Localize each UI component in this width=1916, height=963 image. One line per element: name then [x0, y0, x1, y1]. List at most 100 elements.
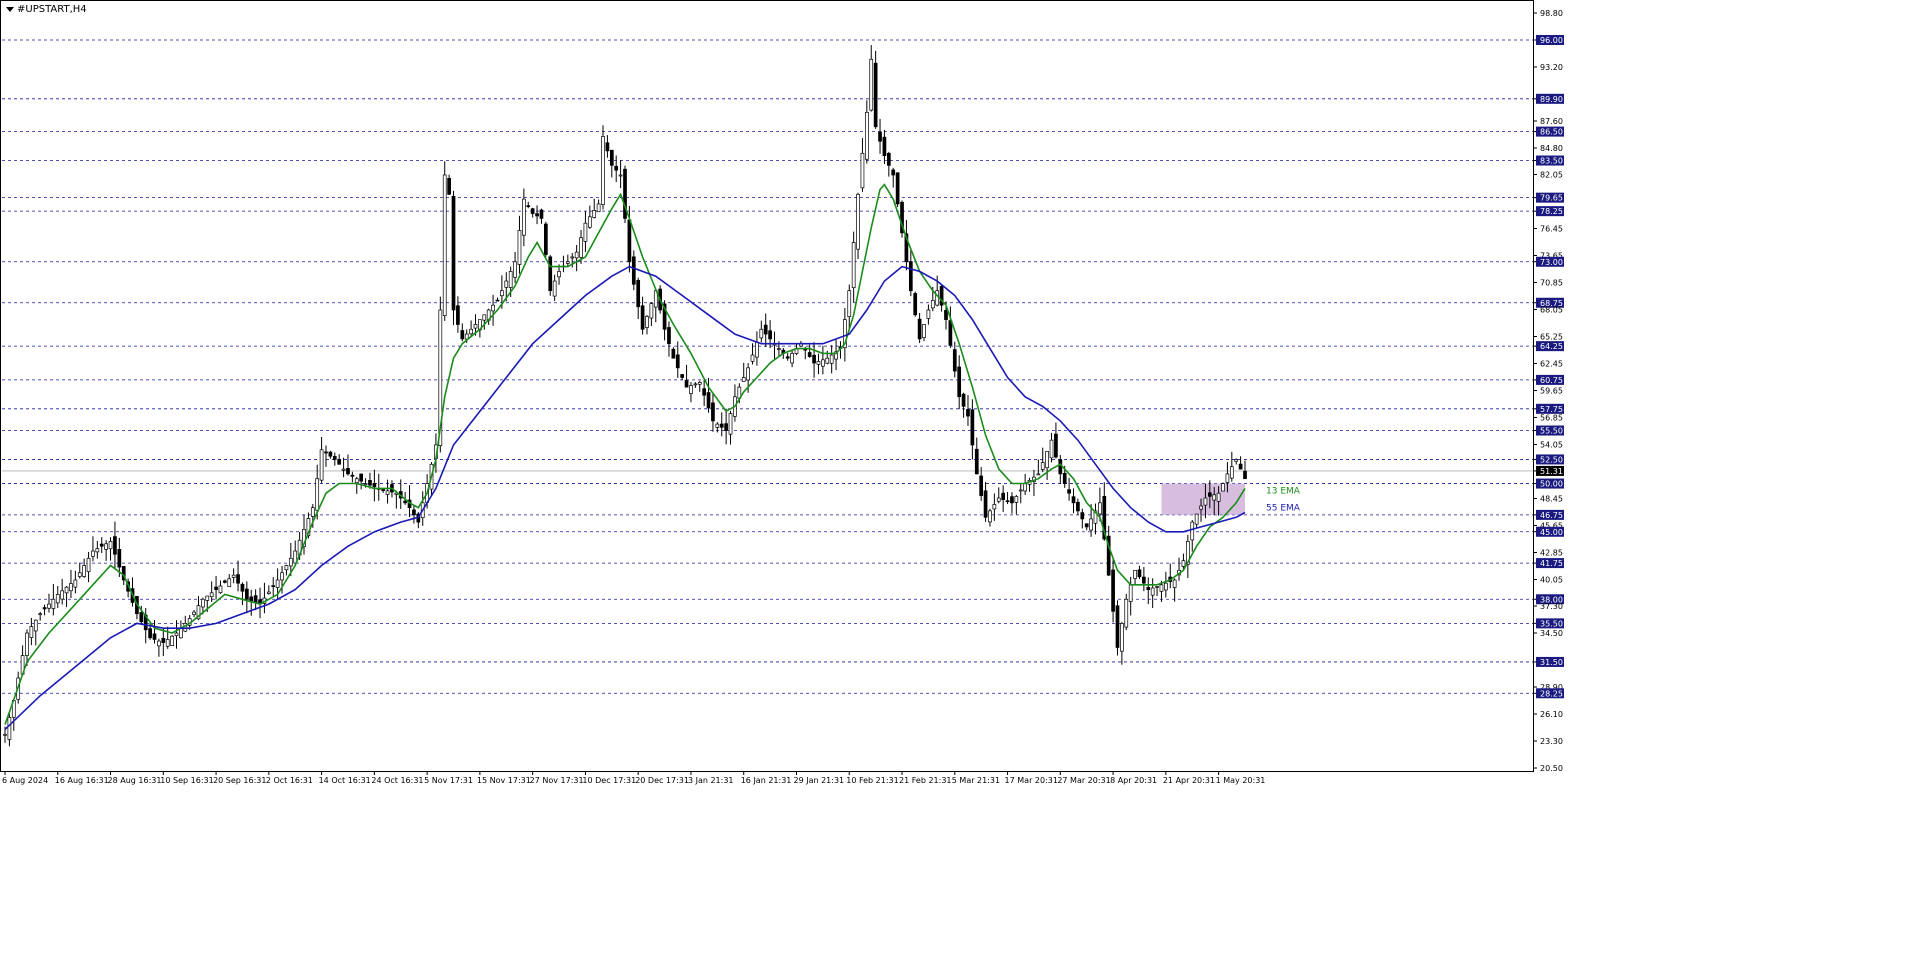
y-tick-label: 35.50 [1540, 619, 1563, 628]
candle-body [1216, 492, 1221, 502]
candle-body [495, 299, 500, 302]
candle-body [1058, 459, 1063, 475]
candle-body [1084, 523, 1089, 528]
candle-body [328, 451, 333, 457]
y-tick-label: 60.75 [1540, 376, 1563, 385]
candle-body [77, 572, 82, 577]
candle-body [1018, 489, 1023, 492]
candle-body [51, 598, 56, 609]
candle-body [645, 316, 649, 328]
candle-body [873, 62, 878, 128]
candle-body [878, 131, 882, 142]
x-tick-label: 8 Apr 20:31 [1110, 776, 1157, 785]
y-tick-label: 68.05 [1540, 306, 1563, 315]
candle-body [456, 305, 460, 325]
candle-body [1023, 483, 1027, 492]
y-tick-label: 78.25 [1540, 207, 1563, 216]
candle-body [640, 305, 645, 330]
y-tick-label: 57.75 [1540, 405, 1563, 414]
x-tick-label: 21 Apr 20:31 [1163, 776, 1215, 785]
candle-body [280, 572, 284, 581]
collapse-triangle-icon[interactable] [6, 7, 14, 12]
candle-body [1229, 466, 1234, 479]
x-tick-label: 10 Dec 17:31 [582, 776, 636, 785]
candle-body [324, 451, 328, 454]
candle-body [992, 504, 997, 510]
candle-body [706, 392, 711, 409]
y-tick-label: 46.75 [1540, 511, 1563, 520]
candle-body [574, 251, 579, 259]
candle-body [680, 374, 685, 378]
y-tick-label: 93.20 [1540, 63, 1563, 72]
y-tick-label: 70.85 [1540, 279, 1563, 288]
candle-body [825, 357, 830, 364]
candle-body [513, 261, 517, 278]
y-tick-label: 26.10 [1540, 710, 1563, 719]
candle-body [913, 293, 918, 316]
y-axis: 98.80 96.00 93.20 89.90 87.60 86.50 84.80 83.50… [1533, 9, 1564, 773]
candle-body [636, 279, 641, 308]
candle-body [631, 256, 636, 285]
candle-body [231, 574, 236, 578]
candle-body [750, 354, 755, 362]
y-tick-label: 56.85 [1540, 413, 1563, 422]
candle-body [337, 458, 342, 465]
x-tick-label: 15 Nov 17:31 [477, 776, 531, 785]
y-tick-label: 45.00 [1540, 528, 1563, 537]
x-tick-label: 2 Oct 16:31 [266, 776, 313, 785]
candle-body [605, 142, 610, 152]
price-chart[interactable]: 13 EMA 55 EMA 98.80 96.00 93.20 89.90 87.60 86… [0, 0, 1916, 963]
candle-body [1146, 587, 1151, 590]
candle-body [284, 565, 289, 571]
candle-body [1190, 521, 1195, 541]
candle-body [1225, 473, 1230, 483]
y-tick-label: 34.50 [1540, 629, 1563, 638]
candle-body [266, 591, 271, 594]
x-tick-label: 1 May 20:31 [1216, 776, 1266, 785]
highlight-box [1161, 483, 1245, 515]
candle-body [1172, 579, 1177, 588]
candle-body [1014, 496, 1019, 503]
candle-body [113, 536, 117, 555]
candle-body [25, 632, 29, 656]
candle-body [768, 330, 772, 340]
candle-body [381, 489, 386, 491]
candle-body [565, 261, 570, 264]
candle-body [829, 354, 834, 364]
candle-body [935, 290, 940, 306]
ema-label: 13 EMA [1266, 486, 1301, 496]
candle-body [1045, 451, 1049, 469]
candle-body [966, 409, 970, 417]
candle-body [869, 58, 874, 111]
candle-body [715, 423, 720, 428]
candle-body [759, 328, 764, 339]
x-tick-label: 16 Jan 21:31 [741, 776, 792, 785]
candle-body [385, 490, 390, 495]
candle-body [174, 632, 179, 637]
candle-body [55, 594, 60, 604]
x-tick-label: 10 Sep 16:31 [160, 776, 213, 785]
candle-body [38, 613, 43, 616]
candle-body [579, 237, 583, 258]
candle-body [1115, 605, 1120, 648]
candle-body [139, 612, 144, 623]
candle-body [209, 592, 214, 598]
candle-body [332, 456, 337, 460]
candle-body [157, 640, 161, 647]
candle-body [42, 607, 47, 610]
candle-body [996, 497, 1001, 502]
candle-body [851, 242, 856, 289]
candle-body [856, 193, 860, 250]
candle-body [785, 356, 790, 359]
candle-body [988, 510, 992, 523]
y-tick-label: 31.50 [1540, 658, 1563, 667]
candle-body [95, 548, 100, 553]
candle-body [930, 299, 935, 309]
candle-body [354, 478, 359, 483]
candle-body [412, 509, 416, 516]
candle-body [922, 324, 926, 339]
candle-body [970, 409, 975, 446]
x-tick-label: 17 Mar 20:31 [1005, 776, 1058, 785]
candle-body [1128, 584, 1133, 602]
candle-body [711, 402, 715, 422]
